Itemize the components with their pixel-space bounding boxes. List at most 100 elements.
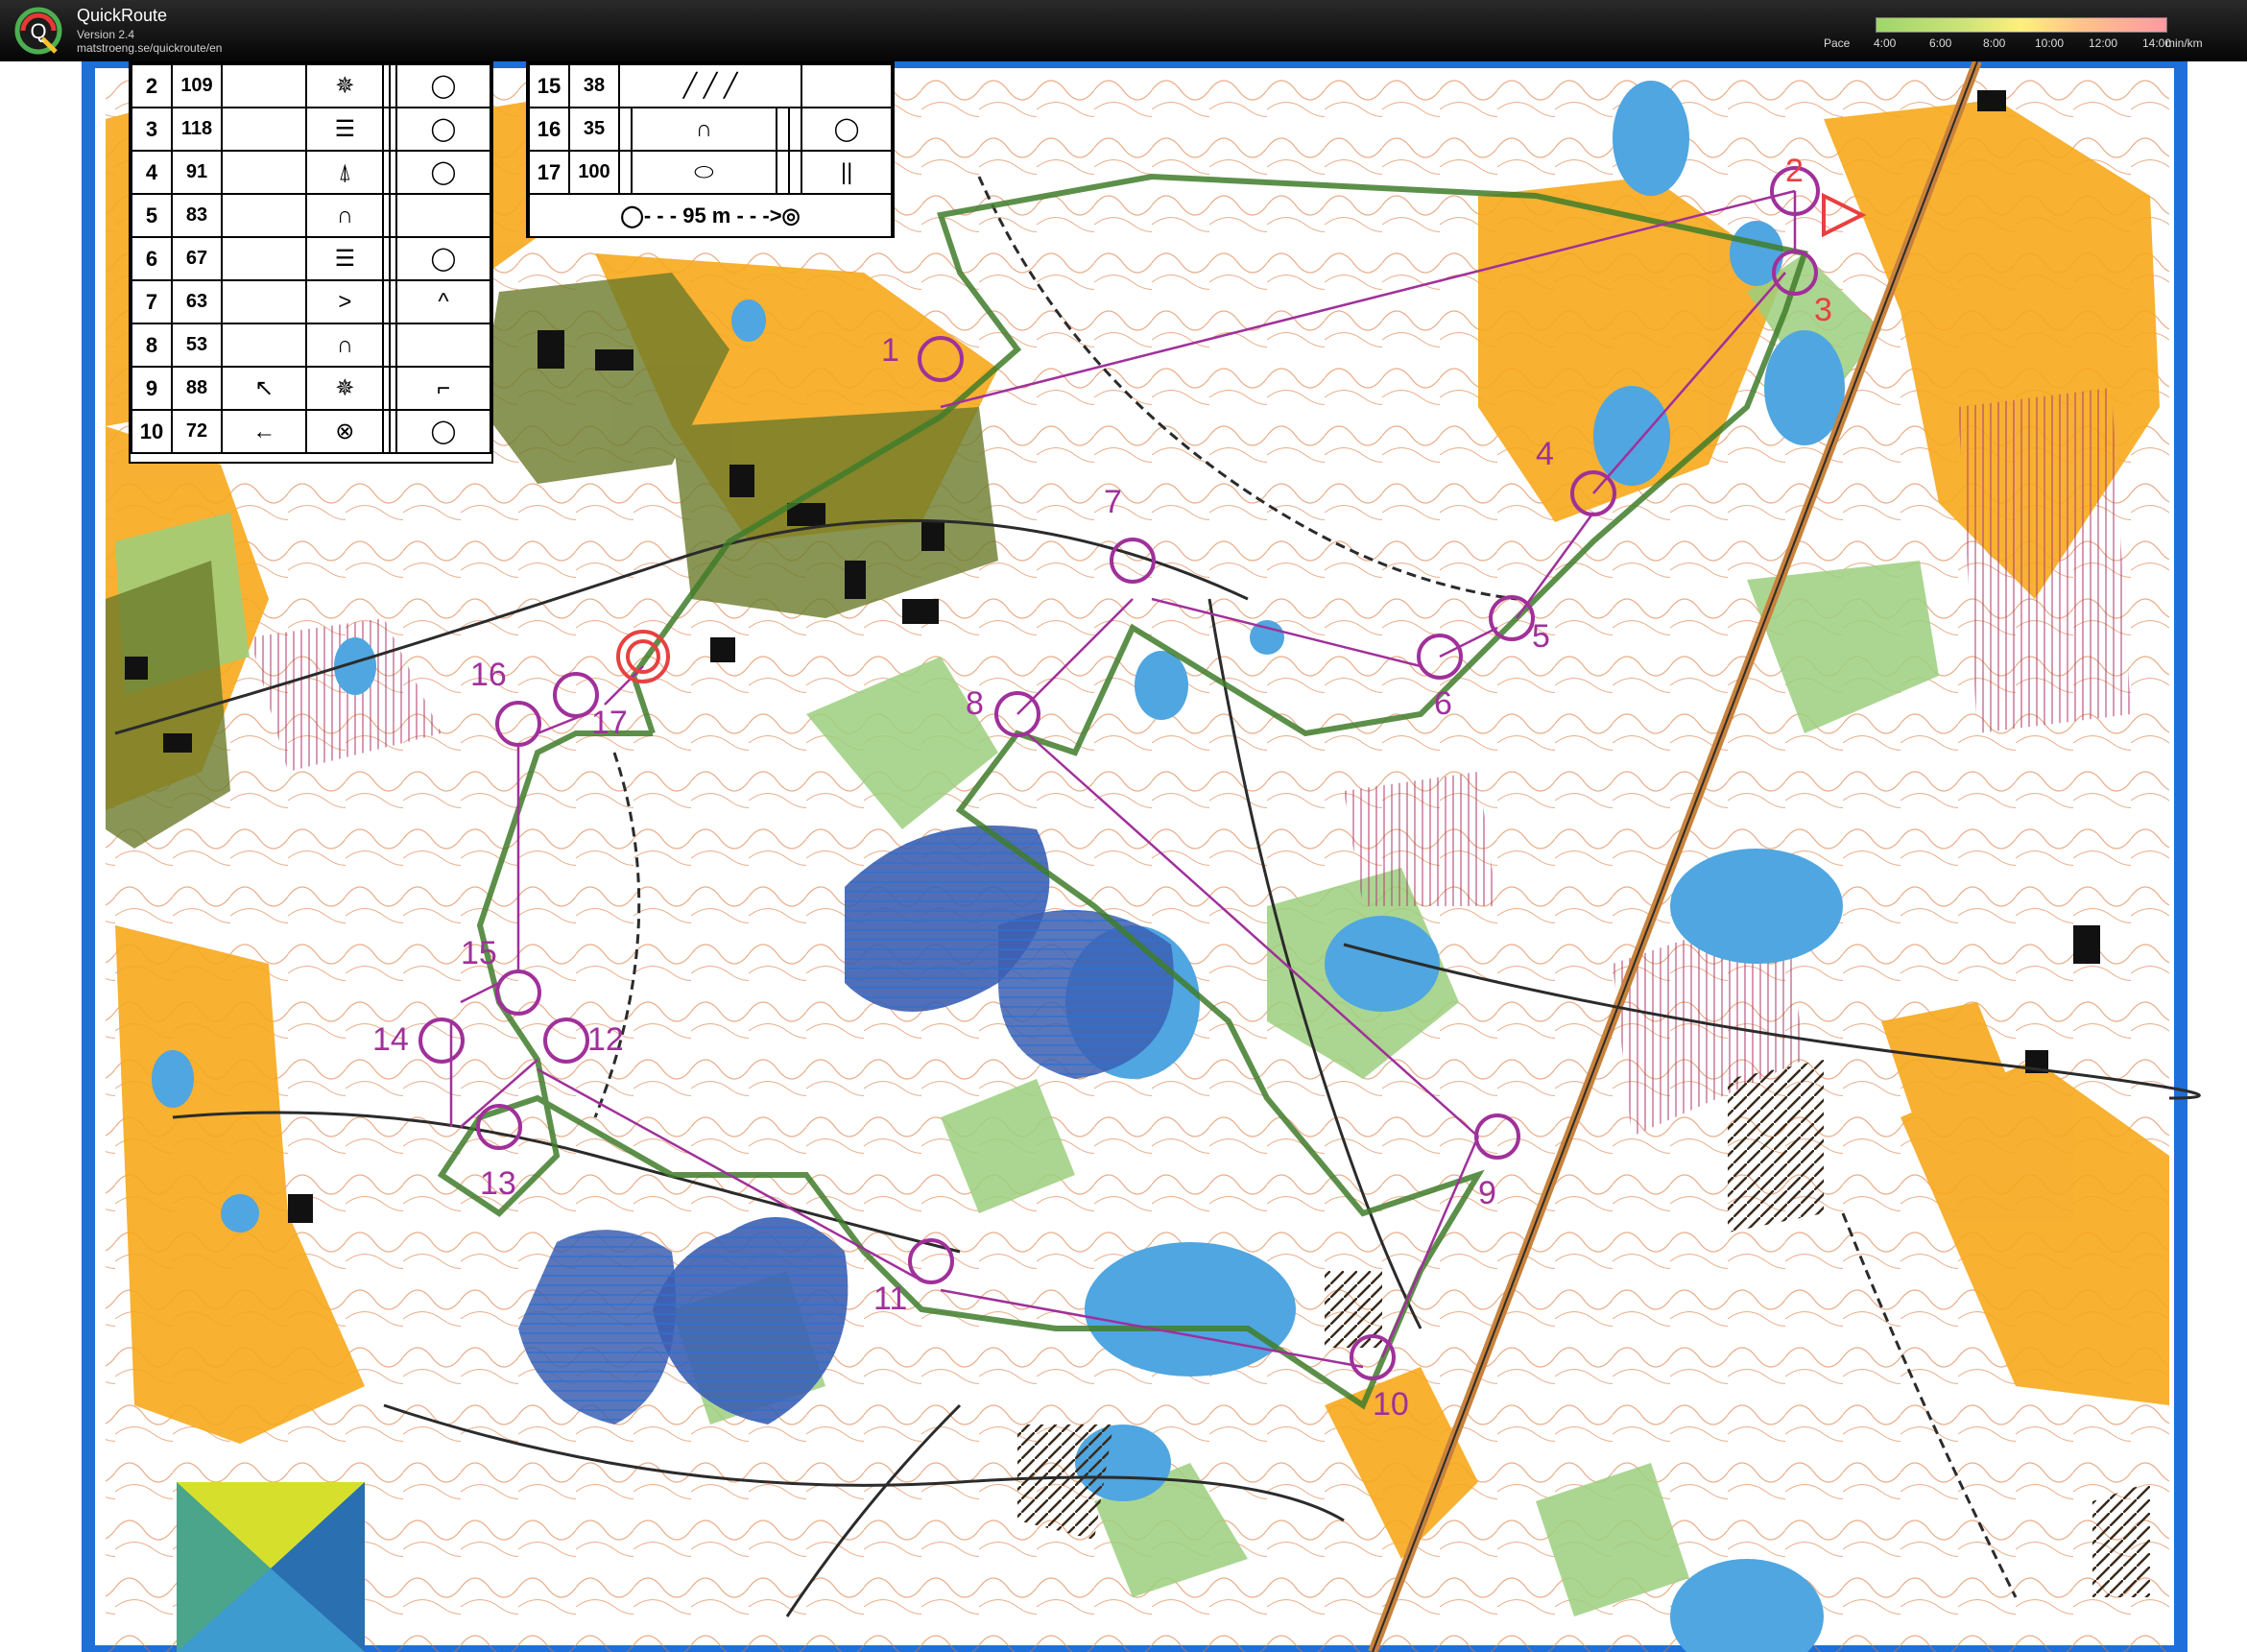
- feature-symbol: ✵: [305, 366, 385, 411]
- description-row: 3 118 ☰ ◯: [131, 107, 492, 152]
- pace-legend: Pace 4:00 6:00 8:00 10:00 12:00 14:00 mi…: [1824, 12, 2246, 58]
- control-code: 118: [171, 107, 223, 152]
- pace-tick: 6:00: [1929, 36, 1952, 50]
- description-row: 15 38 ╱ ╱ ╱: [528, 63, 893, 108]
- control-label: 15: [461, 935, 497, 971]
- feature-symbol: ∩: [305, 323, 385, 368]
- control-number: 9: [131, 366, 173, 411]
- control-label: 14: [372, 1021, 409, 1058]
- control-code: 67: [171, 236, 223, 281]
- pace-label: Pace: [1824, 36, 1851, 50]
- control-label: 5: [1532, 618, 1550, 655]
- orienteering-map[interactable]: 1 2 3 4 5 6 7 8 9 10 11 12 13 14 15 16 1…: [0, 61, 2247, 1652]
- feature-symbol: [220, 279, 308, 324]
- control-code: 88: [171, 366, 223, 411]
- description-row: 8 53 ∩: [131, 323, 492, 368]
- control-code: 38: [568, 63, 620, 108]
- position-symbol: ⌐: [394, 366, 492, 411]
- feature-symbol: [382, 63, 392, 108]
- position-symbol: ◯: [801, 107, 893, 152]
- position-symbol: ◯: [394, 409, 492, 454]
- control-label: 4: [1536, 436, 1554, 472]
- control-description-table-2: 15 38 ╱ ╱ ╱ 16 35 ∩ ◯ 17 100 ⬭ || ◯- - -…: [528, 63, 893, 238]
- control-label: 13: [480, 1165, 516, 1202]
- finish-start-icon: ◯- - -: [620, 203, 678, 227]
- position-symbol: ◯: [394, 63, 492, 108]
- feature-symbol: [220, 323, 308, 368]
- control-label: 9: [1478, 1175, 1496, 1211]
- feature-symbol: [382, 366, 392, 411]
- feature-symbol: [220, 63, 308, 108]
- pace-unit: min/km: [2165, 36, 2203, 50]
- app-title: QuickRoute: [77, 6, 168, 25]
- description-row: 9 88 ↖ ✵ ⌐: [131, 366, 492, 411]
- feature-symbol: [787, 150, 803, 195]
- control-label: 11: [873, 1281, 907, 1317]
- pace-tick: 4:00: [1874, 36, 1897, 50]
- finish-end-icon: - - ->◎: [736, 203, 801, 227]
- feature-symbol: [389, 366, 397, 411]
- control-number: 6: [131, 236, 173, 281]
- feature-symbol: [389, 193, 397, 238]
- control-number: 2: [131, 63, 173, 108]
- feature-symbol: >: [305, 279, 385, 324]
- direction-symbol: ↖: [220, 366, 308, 411]
- feature-symbol: [775, 150, 790, 195]
- feature-symbol: [389, 107, 397, 152]
- feature-symbol: [389, 323, 397, 368]
- app-header: Q QuickRoute Version 2.4 matstroeng.se/q…: [0, 0, 2247, 61]
- description-row: 2 109 ✵ ◯: [131, 63, 492, 108]
- feature-symbol: [382, 279, 392, 324]
- feature-symbol: ✵: [305, 63, 385, 108]
- control-code: 53: [171, 323, 223, 368]
- control-description-table: 2 109 ✵ ◯ 3 118 ☰ ◯ 4 91 ⍋ ◯ 5 83 ∩ 6 67…: [131, 63, 492, 454]
- feature-symbol: ⊗: [305, 409, 385, 454]
- pace-tick: 8:00: [1983, 36, 2006, 50]
- control-label: 1: [881, 332, 899, 369]
- control-number: 5: [131, 193, 173, 238]
- control-code: 35: [568, 107, 620, 152]
- feature-symbol: [382, 107, 392, 152]
- finish-distance-value: 95 m: [682, 203, 731, 227]
- feature-symbol: [382, 193, 392, 238]
- feature-symbol: [220, 107, 308, 152]
- finish-distance: ◯- - - 95 m - - ->◎: [528, 193, 893, 238]
- pace-tick: 10:00: [2035, 36, 2065, 50]
- feature-symbol: [382, 323, 392, 368]
- feature-symbol: [382, 236, 392, 281]
- control-number: 7: [131, 279, 173, 324]
- control-number: 4: [131, 150, 173, 195]
- control-label: 16: [470, 657, 507, 693]
- feature-symbol: [389, 409, 397, 454]
- position-symbol: ||: [801, 150, 893, 195]
- position-symbol: ◯: [394, 150, 492, 195]
- feature-symbol: ⬭: [631, 150, 777, 195]
- feature-symbol: [389, 150, 397, 195]
- control-number: 3: [131, 107, 173, 152]
- control-label: 12: [587, 1021, 624, 1058]
- app-url[interactable]: matstroeng.se/quickroute/en: [77, 41, 222, 55]
- control-label: 3: [1814, 292, 1832, 328]
- feature-symbol: [220, 236, 308, 281]
- control-code: 83: [171, 193, 223, 238]
- pace-tick: 12:00: [2089, 36, 2118, 50]
- description-row: 6 67 ☰ ◯: [131, 236, 492, 281]
- feature-symbol: ∩: [631, 107, 777, 152]
- control-label: 17: [591, 705, 628, 741]
- feature-symbol: ☰: [305, 107, 385, 152]
- control-label: 6: [1434, 685, 1452, 722]
- control-label: 10: [1373, 1386, 1409, 1423]
- position-symbol: ^: [394, 279, 492, 324]
- control-number: 17: [528, 150, 570, 195]
- position-symbol: [394, 193, 492, 238]
- feature-symbol: ☰: [305, 236, 385, 281]
- finish-row: ◯- - - 95 m - - ->◎: [528, 193, 893, 238]
- pace-color-bar: [1876, 17, 2167, 33]
- control-number: 15: [528, 63, 570, 108]
- control-code: 109: [171, 63, 223, 108]
- control-code: 91: [171, 150, 223, 195]
- feature-symbol: [389, 279, 397, 324]
- direction-symbol: ←: [220, 409, 308, 454]
- feature-symbol: [382, 150, 392, 195]
- feature-symbol: [775, 107, 790, 152]
